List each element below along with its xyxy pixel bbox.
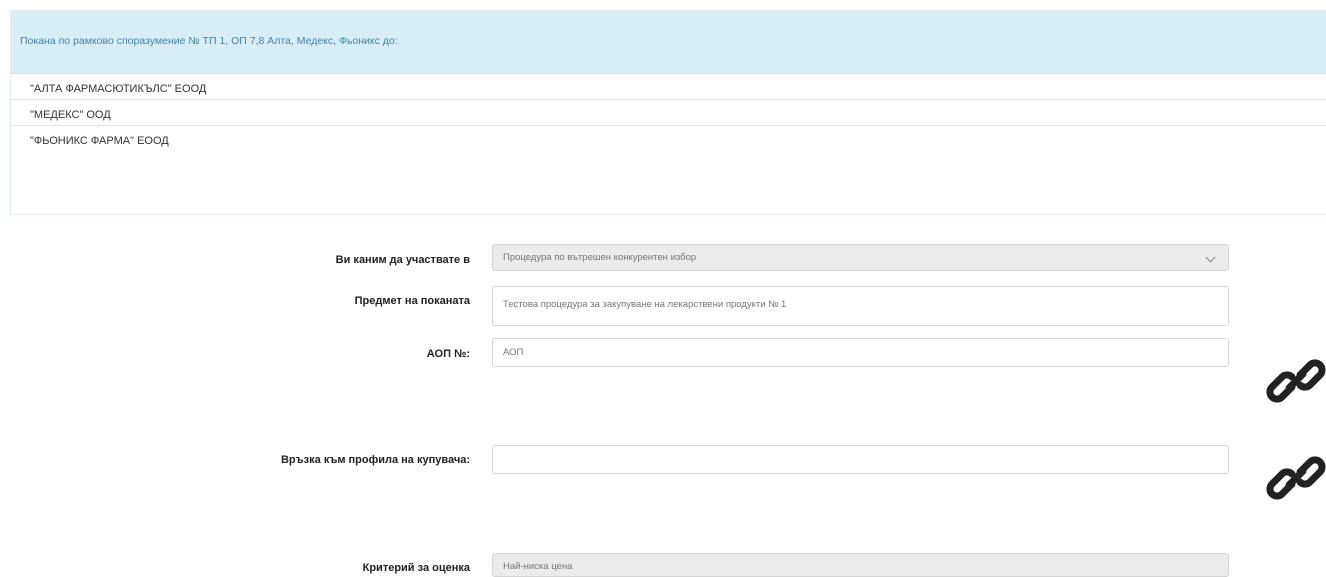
chevron-down-icon <box>1205 252 1216 263</box>
procedure-select[interactable]: Процедура по вътрешен конкурентен избор <box>492 244 1229 271</box>
suppliers-panel: Покана по рамково споразумение № ТП 1, О… <box>10 10 1326 215</box>
buyer-profile-label: Връзка към профила на купувача: <box>280 454 470 466</box>
procedure-select-value: Процедура по вътрешен конкурентен избор <box>503 252 697 263</box>
subject-field[interactable]: Тестова процедура за закупуване на лекар… <box>492 286 1229 326</box>
aop-field[interactable]: АОП <box>492 338 1229 367</box>
subject-label: Предмет на поканата <box>354 295 470 307</box>
link-icon[interactable] <box>1266 351 1326 411</box>
panel-heading: Покана по рамково споразумение № ТП 1, О… <box>11 11 1326 74</box>
supplier-item: "ФЬОНИКС ФАРМА" ЕООД <box>30 135 169 147</box>
criterion-label: Критерий за оценка <box>362 562 470 574</box>
link-icon[interactable] <box>1266 448 1326 508</box>
criterion-field[interactable]: Най-ниска цена <box>492 553 1229 577</box>
buyer-profile-field[interactable] <box>492 445 1229 474</box>
procedure-label: Ви каним да участвате в <box>335 254 470 266</box>
supplier-item: "АЛТА ФАРМАСЮТИКЪЛС" ЕООД <box>11 74 1326 100</box>
aop-label: АОП №: <box>426 348 470 360</box>
supplier-item: "МЕДЕКС" ООД <box>11 100 1326 126</box>
